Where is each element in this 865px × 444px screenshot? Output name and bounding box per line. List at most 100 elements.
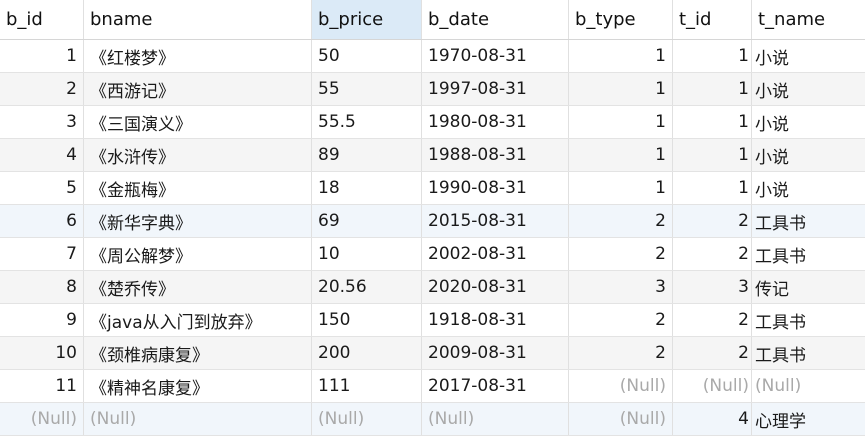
cell-b_date[interactable]: 1980-08-31 bbox=[422, 106, 569, 138]
cell-t_name[interactable]: 小说 bbox=[752, 172, 865, 204]
cell-bname[interactable]: 《新华字典》 bbox=[84, 205, 312, 237]
cell-b_price[interactable]: 10 bbox=[312, 238, 422, 270]
cell-bname[interactable]: 《楚乔传》 bbox=[84, 271, 312, 303]
cell-b_id[interactable]: 3 bbox=[0, 106, 84, 138]
cell-b_type[interactable]: (Null) bbox=[569, 370, 673, 402]
column-header-b_type[interactable]: b_type bbox=[569, 0, 673, 39]
table-row[interactable]: 4 《水浒传》 89 1988-08-31 1 1 小说 bbox=[0, 139, 865, 172]
cell-b_price[interactable]: 50 bbox=[312, 40, 422, 72]
cell-b_price[interactable]: 200 bbox=[312, 337, 422, 369]
cell-b_id[interactable]: 9 bbox=[0, 304, 84, 336]
table-row[interactable]: 2 《西游记》 55 1997-08-31 1 1 小说 bbox=[0, 73, 865, 106]
cell-b_price[interactable]: 89 bbox=[312, 139, 422, 171]
cell-t_name[interactable]: 心理学 bbox=[752, 403, 865, 435]
cell-b_date[interactable]: (Null) bbox=[422, 403, 569, 435]
cell-b_type[interactable]: 1 bbox=[569, 106, 673, 138]
cell-t_name[interactable]: 小说 bbox=[752, 40, 865, 72]
cell-t_name[interactable]: 小说 bbox=[752, 106, 865, 138]
cell-b_id[interactable]: 1 bbox=[0, 40, 84, 72]
cell-b_id[interactable]: 4 bbox=[0, 139, 84, 171]
table-row[interactable]: 7 《周公解梦》 10 2002-08-31 2 2 工具书 bbox=[0, 238, 865, 271]
cell-b_price[interactable]: 18 bbox=[312, 172, 422, 204]
cell-t_id[interactable]: 1 bbox=[673, 40, 752, 72]
column-header-t_id[interactable]: t_id bbox=[673, 0, 752, 39]
table-row[interactable]: 11 《精神名康复》 111 2017-08-31 (Null) (Null) (Null) bbox=[0, 370, 865, 403]
cell-t_id[interactable]: (Null) bbox=[673, 370, 752, 402]
cell-bname[interactable]: 《颈椎病康复》 bbox=[84, 337, 312, 369]
cell-bname[interactable]: 《水浒传》 bbox=[84, 139, 312, 171]
cell-b_type[interactable]: 1 bbox=[569, 172, 673, 204]
cell-bname[interactable]: 《周公解梦》 bbox=[84, 238, 312, 270]
column-header-bname[interactable]: bname bbox=[84, 0, 312, 39]
cell-b_date[interactable]: 1918-08-31 bbox=[422, 304, 569, 336]
cell-b_id[interactable]: (Null) bbox=[0, 403, 84, 435]
cell-t_name[interactable]: 小说 bbox=[752, 73, 865, 105]
cell-t_name[interactable]: (Null) bbox=[752, 370, 865, 402]
cell-b_id[interactable]: 11 bbox=[0, 370, 84, 402]
cell-b_id[interactable]: 8 bbox=[0, 271, 84, 303]
cell-bname[interactable]: 《java从入门到放弃》 bbox=[84, 304, 312, 336]
cell-b_date[interactable]: 1970-08-31 bbox=[422, 40, 569, 72]
cell-t_id[interactable]: 1 bbox=[673, 172, 752, 204]
cell-bname[interactable]: 《三国演义》 bbox=[84, 106, 312, 138]
cell-b_type[interactable]: 2 bbox=[569, 205, 673, 237]
cell-b_price[interactable]: 20.56 bbox=[312, 271, 422, 303]
cell-bname[interactable]: 《西游记》 bbox=[84, 73, 312, 105]
cell-bname[interactable]: 《红楼梦》 bbox=[84, 40, 312, 72]
cell-b_id[interactable]: 2 bbox=[0, 73, 84, 105]
column-header-b_date[interactable]: b_date bbox=[422, 0, 569, 39]
cell-b_type[interactable]: 2 bbox=[569, 337, 673, 369]
cell-t_id[interactable]: 2 bbox=[673, 238, 752, 270]
cell-b_date[interactable]: 2009-08-31 bbox=[422, 337, 569, 369]
cell-b_type[interactable]: 3 bbox=[569, 271, 673, 303]
cell-t_name[interactable]: 小说 bbox=[752, 139, 865, 171]
cell-t_name[interactable]: 工具书 bbox=[752, 304, 865, 336]
cell-t_id[interactable]: 2 bbox=[673, 337, 752, 369]
cell-b_price[interactable]: 150 bbox=[312, 304, 422, 336]
cell-b_id[interactable]: 5 bbox=[0, 172, 84, 204]
cell-bname[interactable]: 《金瓶梅》 bbox=[84, 172, 312, 204]
table-row[interactable]: 1 《红楼梦》 50 1970-08-31 1 1 小说 bbox=[0, 40, 865, 73]
cell-b_type[interactable]: 2 bbox=[569, 304, 673, 336]
cell-b_id[interactable]: 6 bbox=[0, 205, 84, 237]
cell-t_name[interactable]: 传记 bbox=[752, 271, 865, 303]
column-header-b_price[interactable]: b_price bbox=[312, 0, 422, 39]
cell-t_name[interactable]: 工具书 bbox=[752, 238, 865, 270]
table-row[interactable]: 6 《新华字典》 69 2015-08-31 2 2 工具书 bbox=[0, 205, 865, 238]
cell-b_date[interactable]: 2002-08-31 bbox=[422, 238, 569, 270]
cell-b_type[interactable]: 1 bbox=[569, 139, 673, 171]
cell-b_id[interactable]: 10 bbox=[0, 337, 84, 369]
cell-b_price[interactable]: 111 bbox=[312, 370, 422, 402]
cell-t_id[interactable]: 1 bbox=[673, 139, 752, 171]
cell-b_id[interactable]: 7 bbox=[0, 238, 84, 270]
cell-b_date[interactable]: 2017-08-31 bbox=[422, 370, 569, 402]
cell-b_price[interactable]: (Null) bbox=[312, 403, 422, 435]
column-header-t_name[interactable]: t_name bbox=[752, 0, 865, 39]
cell-b_date[interactable]: 2015-08-31 bbox=[422, 205, 569, 237]
cell-b_date[interactable]: 2020-08-31 bbox=[422, 271, 569, 303]
cell-b_price[interactable]: 55 bbox=[312, 73, 422, 105]
cell-b_date[interactable]: 1990-08-31 bbox=[422, 172, 569, 204]
cell-t_id[interactable]: 1 bbox=[673, 106, 752, 138]
table-row[interactable]: (Null) (Null) (Null) (Null) (Null) 4 心理学 bbox=[0, 403, 865, 436]
cell-b_date[interactable]: 1997-08-31 bbox=[422, 73, 569, 105]
cell-b_type[interactable]: 1 bbox=[569, 73, 673, 105]
cell-t_id[interactable]: 2 bbox=[673, 205, 752, 237]
cell-t_name[interactable]: 工具书 bbox=[752, 337, 865, 369]
cell-b_price[interactable]: 69 bbox=[312, 205, 422, 237]
table-row[interactable]: 8 《楚乔传》 20.56 2020-08-31 3 3 传记 bbox=[0, 271, 865, 304]
table-row[interactable]: 5 《金瓶梅》 18 1990-08-31 1 1 小说 bbox=[0, 172, 865, 205]
cell-b_date[interactable]: 1988-08-31 bbox=[422, 139, 569, 171]
cell-b_type[interactable]: 1 bbox=[569, 40, 673, 72]
cell-t_id[interactable]: 4 bbox=[673, 403, 752, 435]
cell-bname[interactable]: 《精神名康复》 bbox=[84, 370, 312, 402]
column-header-b_id[interactable]: b_id bbox=[0, 0, 84, 39]
cell-b_type[interactable]: (Null) bbox=[569, 403, 673, 435]
cell-t_name[interactable]: 工具书 bbox=[752, 205, 865, 237]
table-row[interactable]: 10 《颈椎病康复》 200 2009-08-31 2 2 工具书 bbox=[0, 337, 865, 370]
cell-b_type[interactable]: 2 bbox=[569, 238, 673, 270]
cell-bname[interactable]: (Null) bbox=[84, 403, 312, 435]
cell-b_price[interactable]: 55.5 bbox=[312, 106, 422, 138]
cell-t_id[interactable]: 2 bbox=[673, 304, 752, 336]
table-row[interactable]: 3 《三国演义》 55.5 1980-08-31 1 1 小说 bbox=[0, 106, 865, 139]
